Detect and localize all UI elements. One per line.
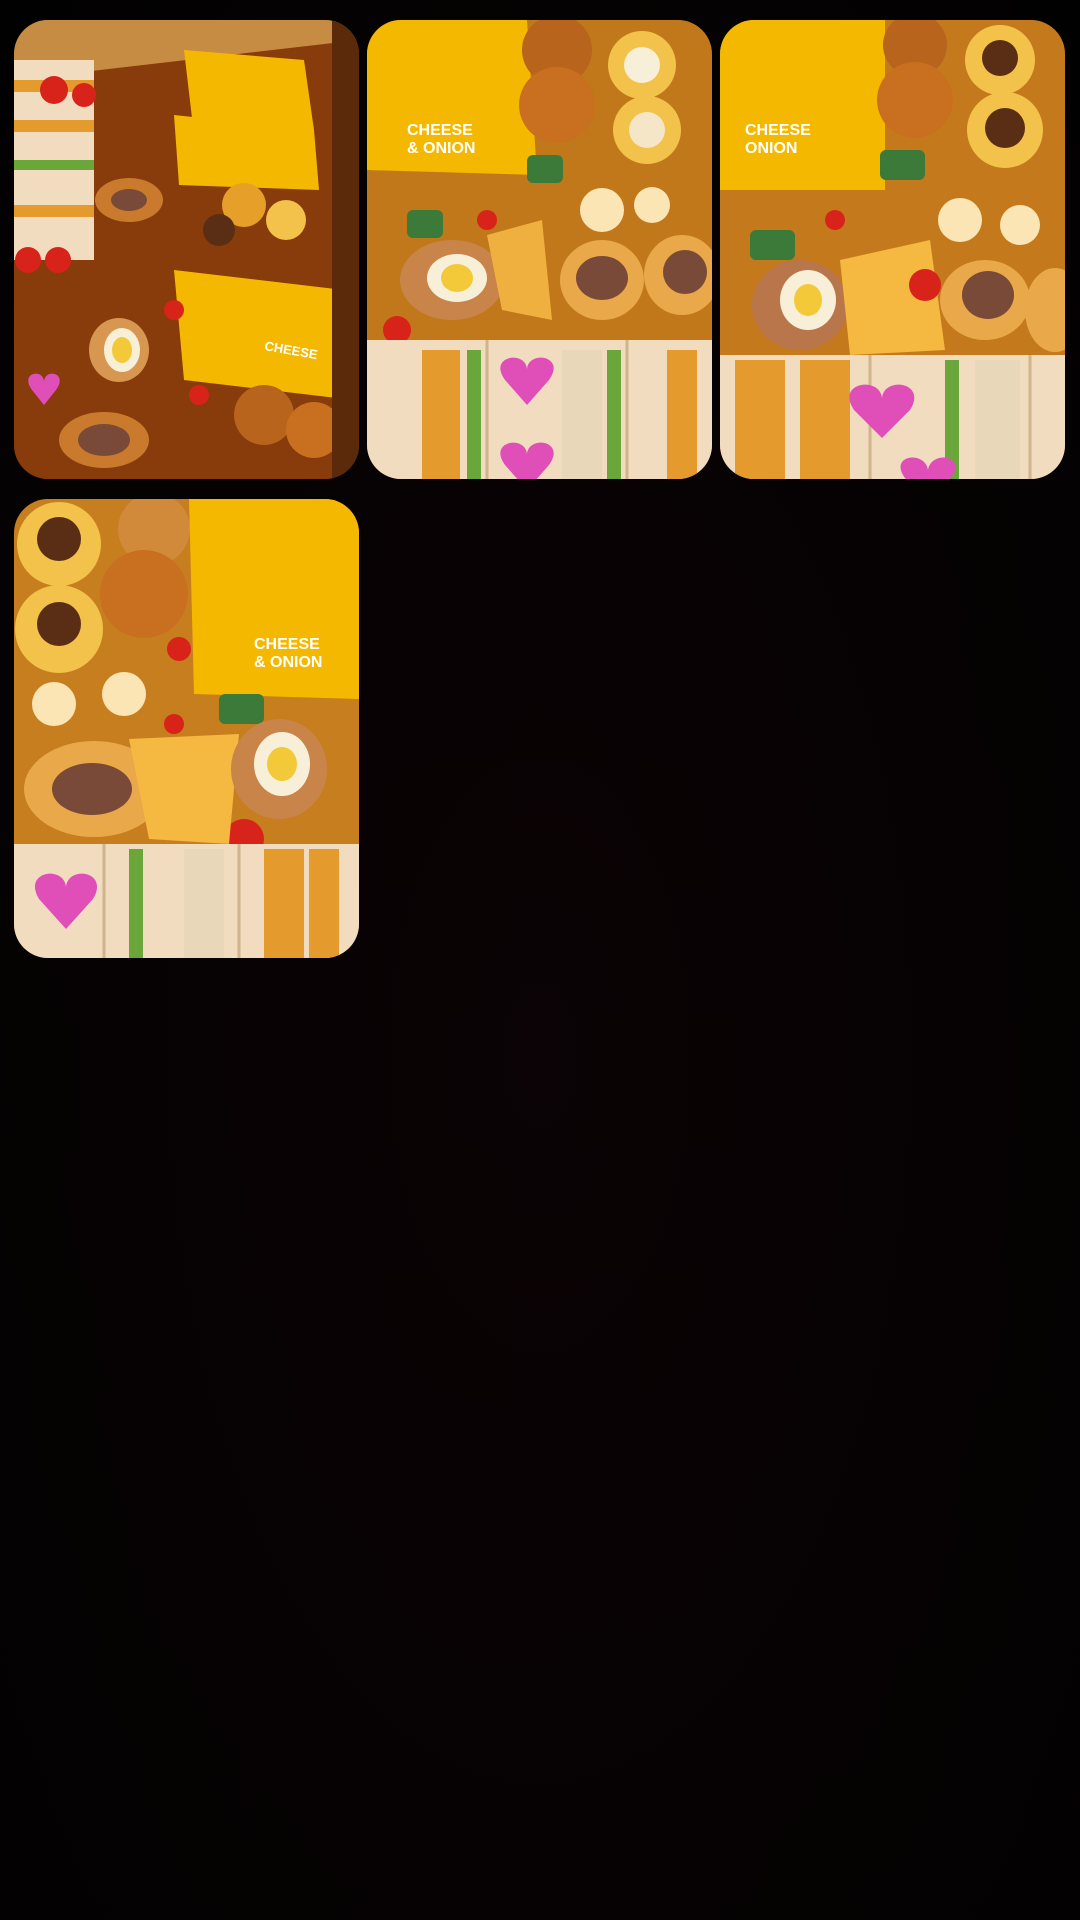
photo-thumbnail-4[interactable]: CHEESE & ONION	[14, 499, 359, 958]
photo-thumbnail-2[interactable]: CHEESE & ONION	[367, 20, 712, 479]
buffet-closeup-photo: CHEESE ONION	[720, 20, 1065, 479]
photo-grid: CHEESE CHEESE & ONION CHEESE ONION CHEES…	[14, 20, 1066, 958]
crisp-bag-label: CHEESE & ONION	[407, 122, 477, 157]
buffet-box-photo: CHEESE	[14, 20, 359, 479]
photo-thumbnail-3[interactable]: CHEESE ONION	[720, 20, 1065, 479]
crisp-bag-label: CHEESE & ONION	[254, 636, 324, 671]
photo-thumbnail-1[interactable]: CHEESE	[14, 20, 359, 479]
buffet-closeup-photo: CHEESE & ONION	[14, 499, 359, 958]
photo-gallery-screen: CHEESE CHEESE & ONION CHEESE ONION CHEES…	[0, 0, 1080, 1920]
buffet-closeup-photo: CHEESE & ONION	[367, 20, 712, 479]
